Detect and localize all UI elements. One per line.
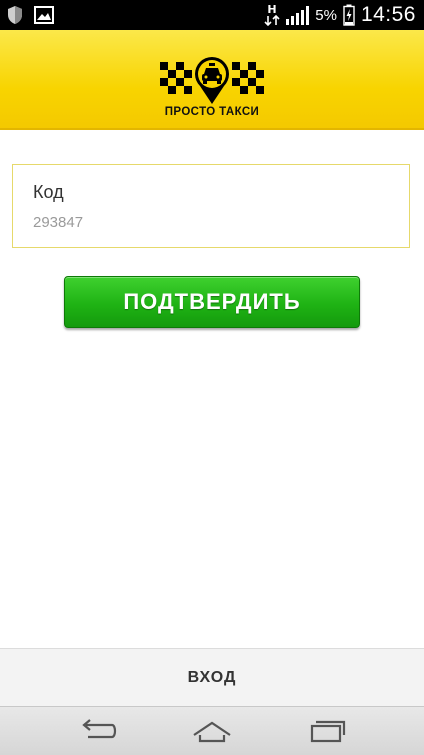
confirm-button[interactable]: ПОДТВЕРДИТЬ <box>64 276 360 328</box>
taxi-logo-icon <box>160 56 264 104</box>
signal-icon <box>286 5 310 25</box>
login-bar: ВХОД <box>0 648 424 707</box>
logo-text: ПРОСТО ТАКСИ <box>164 106 260 118</box>
recent-apps-icon[interactable] <box>304 717 348 745</box>
hplus-data-icon: H <box>264 3 280 27</box>
status-bar: H 5% 14:56 <box>0 0 424 30</box>
navigation-bar <box>0 706 424 755</box>
image-icon <box>34 6 54 24</box>
app-logo: ПРОСТО ТАКСИ <box>160 54 264 122</box>
battery-charging-icon <box>343 4 355 26</box>
app-header: ПРОСТО ТАКСИ <box>0 30 424 130</box>
home-icon[interactable] <box>190 717 234 745</box>
status-time: 14:56 <box>360 3 416 26</box>
back-icon[interactable] <box>76 717 120 745</box>
status-left <box>6 4 54 26</box>
svg-text:H: H <box>268 3 277 16</box>
battery-percent: 5% <box>315 6 337 24</box>
status-right: H 5% 14:56 <box>264 0 416 30</box>
code-field-card[interactable]: Код <box>12 164 410 248</box>
login-button[interactable]: ВХОД <box>188 669 237 687</box>
shield-icon <box>8 6 22 24</box>
code-input[interactable] <box>33 211 373 233</box>
code-label: Код <box>33 182 64 202</box>
